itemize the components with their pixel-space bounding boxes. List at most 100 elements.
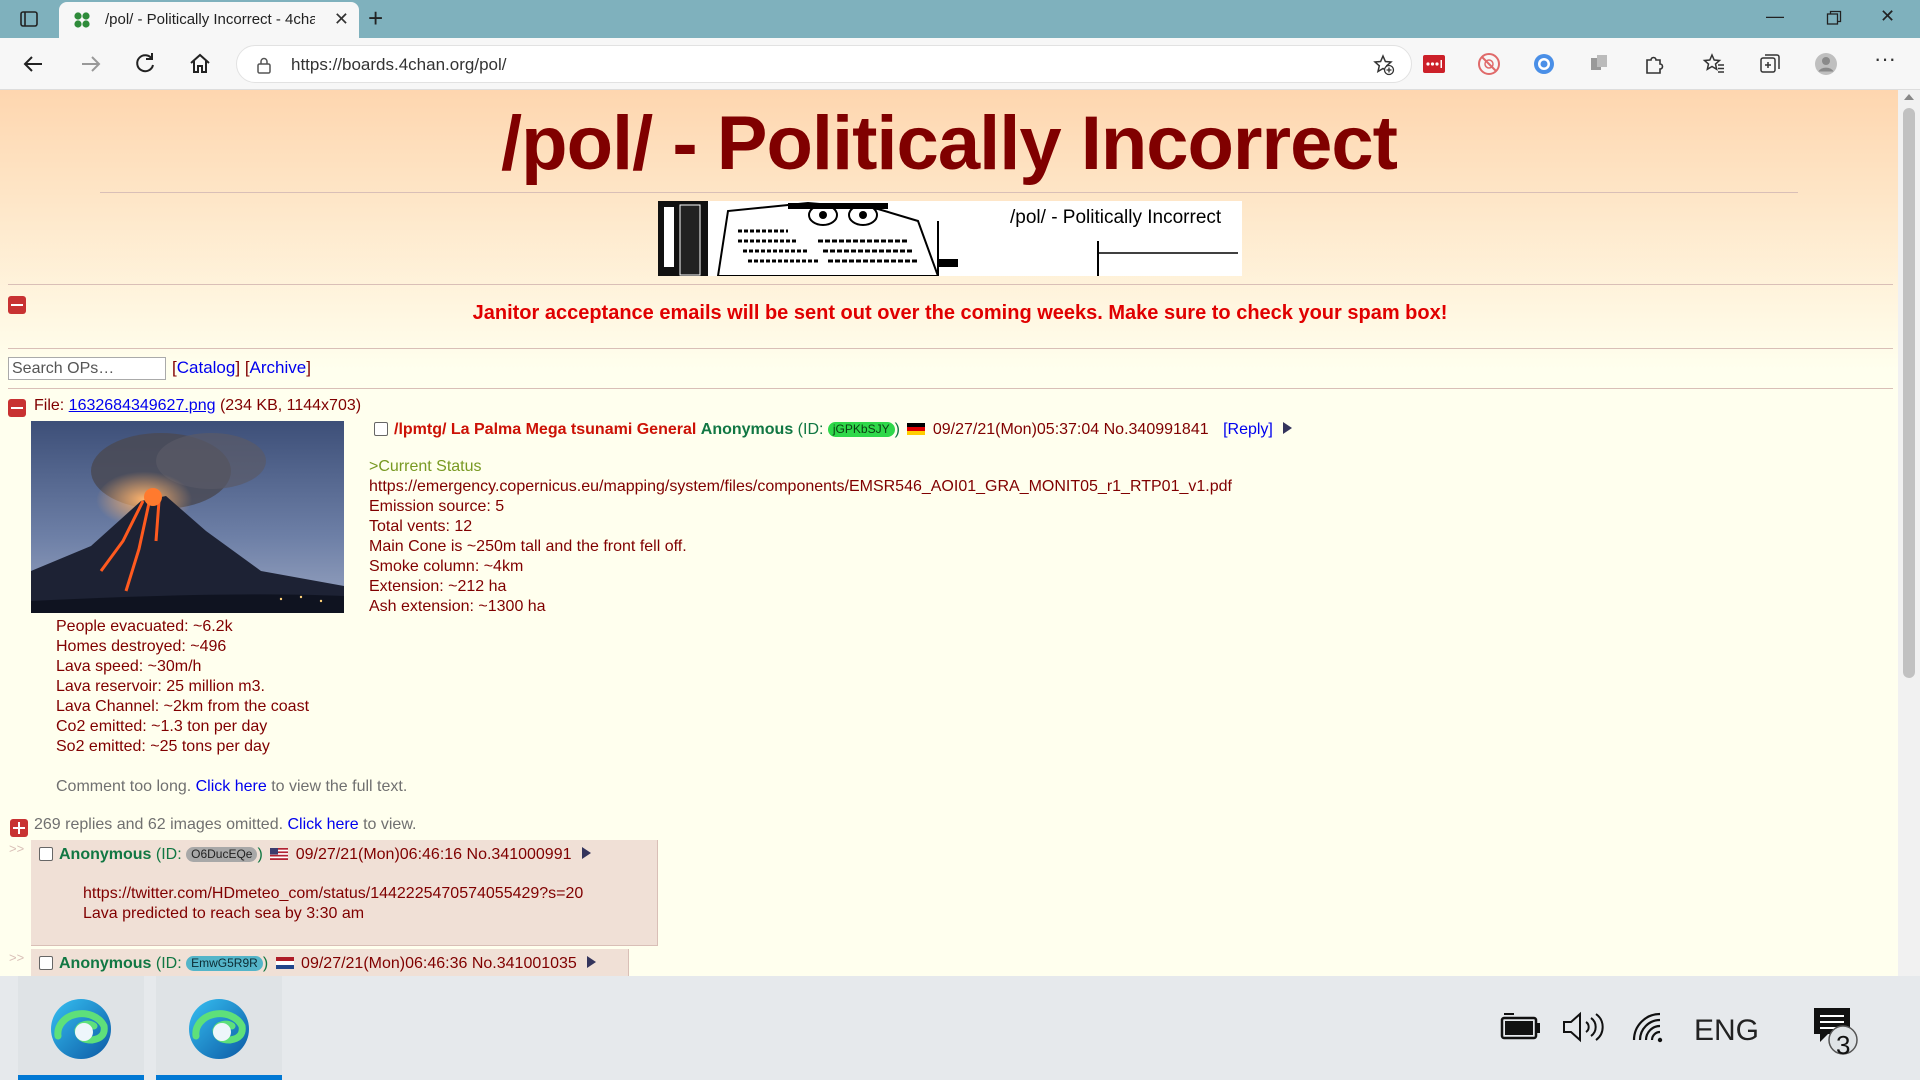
- netherlands-flag-icon: [275, 957, 294, 969]
- home-icon[interactable]: [186, 50, 214, 78]
- refresh-icon[interactable]: [131, 50, 159, 78]
- taskbar-edge-app[interactable]: [18, 976, 144, 1080]
- post-menu-arrow-icon[interactable]: [586, 956, 596, 968]
- active-indicator: [18, 1075, 144, 1080]
- board-banner[interactable]: /pol/ - Politically Incorrect: [658, 201, 1242, 276]
- post-menu-arrow-icon[interactable]: [581, 847, 591, 859]
- message-line: https://emergency.copernicus.eu/mapping/…: [369, 478, 1232, 495]
- notification-count: 3: [1836, 1030, 1851, 1060]
- reply-header: Anonymous (ID: EmwG5R9R) 09/27/21(Mon)06…: [39, 955, 596, 973]
- lastpass-extension-icon[interactable]: [1422, 52, 1446, 76]
- op-post-header: /lpmtg/ La Palma Mega tsunami General An…: [374, 421, 1292, 439]
- reply-select-checkbox[interactable]: [39, 956, 53, 970]
- banner-caption: /pol/ - Politically Incorrect: [1010, 207, 1222, 228]
- notification-center-icon[interactable]: [1810, 1004, 1860, 1056]
- omitted-notice: 269 replies and 62 images omitted. Click…: [34, 816, 417, 833]
- taskbar: ENG 3: [0, 976, 1920, 1080]
- add-favorite-icon[interactable]: [1373, 54, 1395, 76]
- taskbar-edge-app[interactable]: [156, 976, 282, 1080]
- expand-thread-icon[interactable]: [10, 819, 28, 837]
- message-line: People evacuated: ~6.2k: [56, 618, 233, 635]
- catalog-link[interactable]: Catalog: [177, 358, 236, 377]
- wifi-icon[interactable]: [1630, 1010, 1670, 1044]
- op-file-link[interactable]: 1632684349627.png: [69, 397, 216, 414]
- board-title: /pol/ - Politically Incorrect: [501, 101, 1398, 186]
- puzzle-extension-icon[interactable]: [1587, 52, 1611, 76]
- clover-favicon-icon: [74, 12, 90, 28]
- message-line: https://twitter.com/HDmeteo_com/status/1…: [83, 885, 584, 902]
- scrollbar-thumb[interactable]: [1903, 108, 1915, 678]
- browser-toolbar: https://boards.4chan.org/pol/ ···: [0, 38, 1920, 90]
- post-menu-arrow-icon[interactable]: [1282, 422, 1292, 434]
- op-message: >Current Status https://emergency.copern…: [369, 457, 1232, 617]
- url-text[interactable]: https://boards.4chan.org/pol/: [291, 55, 506, 75]
- message-line: Main Cone is ~250m tall and the front fe…: [369, 538, 687, 555]
- message-line: Emission source: 5: [369, 498, 505, 515]
- blocker-extension-icon[interactable]: [1477, 52, 1501, 76]
- op-poster-id[interactable]: jGPKbSJY: [827, 422, 895, 437]
- input-language[interactable]: ENG: [1694, 1014, 1759, 1048]
- volume-icon[interactable]: [1560, 1010, 1606, 1044]
- usa-flag-icon: [270, 848, 289, 860]
- new-tab-icon[interactable]: +: [368, 4, 383, 32]
- archive-link[interactable]: Archive: [250, 358, 307, 377]
- browser-tab[interactable]: /pol/ - Politically Incorrect - 4cha ✕: [59, 2, 359, 38]
- reply-poster-name: Anonymous: [59, 955, 152, 972]
- reply-side-arrows: >>: [9, 841, 25, 856]
- restore-icon[interactable]: [1826, 10, 1842, 26]
- extensions-icon[interactable]: [1642, 52, 1666, 76]
- view-omitted-link[interactable]: Click here: [287, 816, 358, 833]
- close-tab-icon[interactable]: ✕: [334, 10, 349, 28]
- close-window-icon[interactable]: ✕: [1880, 6, 1895, 27]
- scroll-up-icon[interactable]: [1904, 94, 1914, 100]
- op-image-volcano[interactable]: [31, 421, 344, 613]
- comment-too-long-notice: Comment too long. Click here to view the…: [56, 778, 408, 795]
- address-bar[interactable]: https://boards.4chan.org/pol/: [236, 45, 1412, 83]
- reply-select-checkbox[interactable]: [39, 847, 53, 861]
- op-message-continued: People evacuated: ~6.2k Homes destroyed:…: [56, 617, 309, 757]
- reply-datetime: 09/27/21(Mon)06:46:16: [295, 846, 463, 863]
- reply-post-number[interactable]: No.341001035: [472, 955, 577, 972]
- back-icon[interactable]: [20, 50, 48, 78]
- global-announcement: Janitor acceptance emails will be sent o…: [472, 302, 1448, 324]
- reply-poster-name: Anonymous: [59, 846, 152, 863]
- reply-poster-id[interactable]: O6DucEQe: [186, 847, 258, 862]
- reply-link[interactable]: Reply: [1228, 421, 1269, 438]
- page-scrollbar[interactable]: [1898, 90, 1920, 976]
- search-ops-input[interactable]: Search OPs…: [8, 357, 166, 380]
- reply-post-number[interactable]: No.341000991: [467, 846, 572, 863]
- battery-icon[interactable]: [1498, 1012, 1542, 1042]
- reply-poster-id[interactable]: EmwG5R9R: [186, 956, 263, 971]
- active-indicator: [156, 1075, 282, 1080]
- profile-avatar-icon[interactable]: [1814, 52, 1838, 76]
- message-line: Lava predicted to reach sea by 3:30 am: [83, 905, 365, 922]
- tab-bar: /pol/ - Politically Incorrect - 4cha ✕ +…: [0, 0, 1920, 38]
- op-poster-name: Anonymous: [700, 421, 794, 438]
- board-links: [Catalog] [Archive]: [172, 358, 311, 377]
- message-line: Lava speed: ~30m/h: [56, 658, 202, 675]
- forward-icon[interactable]: [76, 50, 104, 78]
- minimize-icon[interactable]: —: [1766, 6, 1784, 27]
- collections-icon[interactable]: [1758, 52, 1782, 76]
- message-line: Extension: ~212 ha: [369, 578, 507, 595]
- more-options-icon[interactable]: ···: [1874, 46, 1898, 71]
- op-file-info: File: 1632684349627.png (234 KB, 1144x70…: [34, 397, 362, 414]
- tab-title: /pol/ - Politically Incorrect - 4cha: [105, 11, 315, 28]
- op-post-number[interactable]: No.340991841: [1104, 421, 1209, 438]
- divider: [8, 388, 1893, 389]
- message-line: Homes destroyed: ~496: [56, 638, 227, 655]
- lock-icon[interactable]: [255, 56, 273, 74]
- view-full-text-link[interactable]: Click here: [196, 778, 267, 795]
- volcano-image: [31, 421, 344, 613]
- divider: [8, 284, 1893, 285]
- message-line: So2 emitted: ~25 tons per day: [56, 738, 270, 755]
- hide-thread-icon[interactable]: [8, 399, 26, 417]
- reply-post: Anonymous (ID: EmwG5R9R) 09/27/21(Mon)06…: [31, 949, 629, 976]
- favorites-icon[interactable]: [1702, 52, 1726, 76]
- tab-actions-icon[interactable]: [18, 8, 40, 30]
- message-line: Ash extension: ~1300 ha: [369, 598, 546, 615]
- record-extension-icon[interactable]: [1532, 52, 1556, 76]
- edge-logo-icon: [51, 999, 111, 1059]
- op-select-checkbox[interactable]: [374, 422, 388, 436]
- op-subject: /lpmtg/ La Palma Mega tsunami General: [394, 421, 697, 438]
